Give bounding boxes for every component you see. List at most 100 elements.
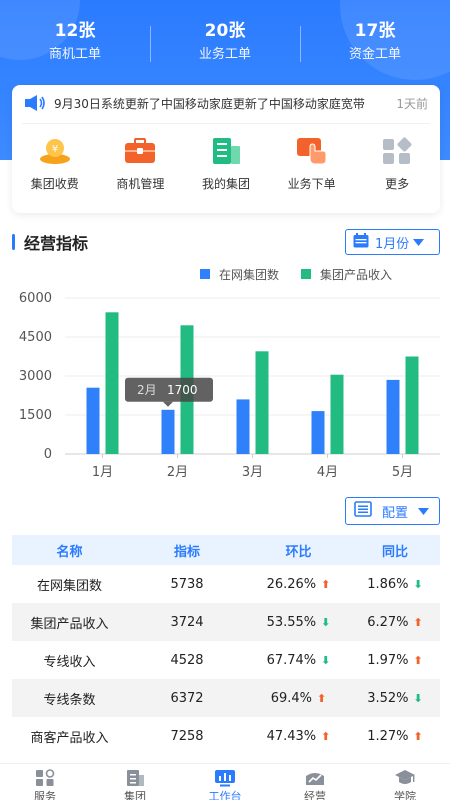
- more-grid-icon: [380, 137, 414, 165]
- quick-more[interactable]: 更多: [354, 137, 440, 197]
- cell-value: 4528: [127, 653, 247, 668]
- briefcase-icon: [123, 137, 157, 165]
- x-tick-label: 5月: [392, 465, 413, 480]
- quick-collect-fee[interactable]: ¥ 集团收费: [12, 137, 98, 197]
- arrow-down-icon: ⬇: [413, 577, 423, 591]
- table-row[interactable]: 在网集团数 5738 26.26% ⬆ 1.86% ⬇: [12, 565, 440, 603]
- cell-text: 专线条数: [43, 692, 96, 708]
- cell-text: 3.52%: [367, 690, 409, 706]
- list-config-icon: [354, 501, 372, 521]
- quick-label: 集团收费: [30, 177, 79, 191]
- service-icon: [34, 769, 56, 787]
- cell-text: 专线收入: [43, 654, 96, 670]
- quick-opportunity-mgmt[interactable]: 商机管理: [98, 137, 184, 197]
- header-yoy[interactable]: 同比: [350, 541, 440, 560]
- tooltip-value: 1700: [167, 383, 198, 397]
- tab-label: 经营: [304, 790, 326, 800]
- header-name[interactable]: 名称: [12, 541, 127, 560]
- config-label: 配置: [382, 505, 409, 521]
- tab-business[interactable]: 经营: [270, 764, 360, 800]
- cell-mom: 53.55% ⬇: [247, 615, 350, 630]
- tab-label: 服务: [34, 790, 56, 800]
- cell-text: 1.97%: [367, 652, 409, 668]
- x-tick-label: 3月: [242, 465, 263, 480]
- cell-value: 7258: [127, 729, 247, 744]
- collect-fee-icon: ¥: [38, 137, 72, 165]
- bar-groups: [86, 387, 100, 454]
- header-value[interactable]: 指标: [127, 541, 247, 560]
- arrow-down-icon: ⬇: [413, 691, 423, 705]
- month-selector[interactable]: 1月份: [345, 229, 440, 255]
- arrow-up-icon: ⬆: [413, 615, 423, 629]
- cell-yoy: 1.97% ⬆: [350, 653, 440, 668]
- arrow-down-icon: ⬇: [321, 653, 331, 667]
- table-row[interactable]: 商客产品收入 7258 47.43% ⬆ 1.27% ⬆: [12, 717, 440, 755]
- divider: [22, 123, 430, 124]
- quick-card: 9月30日系统更新了中国移动家庭更新了中国移动家庭宽带 1天前 ¥ 集团收费 商…: [12, 85, 440, 213]
- bar-chart[interactable]: 0 1500 3000 4500 6000 1月 2月 3月 4月 5月 2月 1700: [0, 283, 450, 483]
- chart-legend: 在网集团数 集团产品收入: [200, 265, 392, 283]
- bar-revenue: [330, 374, 344, 454]
- cell-text: 6.27%: [367, 614, 409, 630]
- quick-actions: ¥ 集团收费 商机管理 我的集团 业务下单 更多: [12, 137, 440, 197]
- cell-mom: 69.4% ⬆: [247, 691, 350, 706]
- stat-business-orders[interactable]: 20张 业务工单: [150, 18, 300, 70]
- group-icon: [124, 769, 146, 787]
- cell-mom: 47.43% ⬆: [247, 729, 350, 744]
- table-row[interactable]: 专线条数 6372 69.4% ⬆ 3.52% ⬇: [12, 679, 440, 717]
- tab-academy[interactable]: 学院: [360, 764, 450, 800]
- speaker-icon: [24, 94, 46, 112]
- building-icon: [209, 137, 243, 165]
- cell-text: 4528: [170, 652, 204, 668]
- legend-item[interactable]: 在网集团数: [200, 266, 279, 283]
- cell-mom: 26.26% ⬆: [247, 577, 350, 592]
- config-button[interactable]: 配置: [345, 497, 440, 525]
- tab-label: 学院: [394, 790, 416, 800]
- legend-swatch: [301, 269, 312, 279]
- tab-group[interactable]: 集团: [90, 764, 180, 800]
- cell-text: 5738: [170, 576, 204, 592]
- cell-name: 在网集团数: [12, 575, 127, 594]
- stat-label: 业务工单: [198, 47, 251, 62]
- stat-label: 资金工单: [348, 47, 401, 62]
- header-mom[interactable]: 环比: [247, 541, 350, 560]
- cell-value: 3724: [127, 615, 247, 630]
- quick-place-order[interactable]: 业务下单: [269, 137, 355, 197]
- cell-yoy: 6.27% ⬆: [350, 615, 440, 630]
- stat-fund-orders[interactable]: 17张 资金工单: [300, 18, 450, 70]
- cell-text: 69.4%: [270, 690, 313, 706]
- calendar-icon: [353, 232, 369, 252]
- bottom-tab-bar: 服务 集团 工作台 经营 学院: [0, 763, 450, 800]
- arrow-up-icon: ⬆: [413, 653, 423, 667]
- notice-bar[interactable]: 9月30日系统更新了中国移动家庭更新了中国移动家庭宽带 1天前: [24, 94, 428, 112]
- bar-groups: [386, 379, 400, 454]
- tab-workbench[interactable]: 工作台: [180, 764, 270, 800]
- cell-text: 1.86%: [367, 576, 409, 592]
- stat-opportunity-orders[interactable]: 12张 商机工单: [0, 18, 150, 70]
- metrics-table: 名称 指标 环比 同比 在网集团数 5738 26.26% ⬆ 1.86% ⬇ 集团产品收入…: [12, 535, 440, 755]
- table-row[interactable]: 集团产品收入 3724 53.55% ⬇ 6.27% ⬆: [12, 603, 440, 641]
- cell-text: 集团产品收入: [30, 616, 109, 632]
- chevron-down-icon: [413, 235, 425, 250]
- arrow-up-icon: ⬆: [321, 729, 331, 743]
- quick-my-group[interactable]: 我的集团: [183, 137, 269, 197]
- cell-mom: 67.74% ⬇: [247, 653, 350, 668]
- tab-service[interactable]: 服务: [0, 764, 90, 800]
- title-accent-bar: [12, 234, 15, 250]
- stats-row: 12张 商机工单 20张 业务工单 17张 资金工单: [0, 18, 450, 70]
- arrow-up-icon: ⬆: [413, 729, 423, 743]
- cell-yoy: 1.27% ⬆: [350, 729, 440, 744]
- table-row[interactable]: 专线收入 4528 67.74% ⬇ 1.97% ⬆: [12, 641, 440, 679]
- cell-name: 商客产品收入: [12, 727, 127, 746]
- arrow-down-icon: ⬇: [321, 615, 331, 629]
- section-title-text: 经营指标: [24, 234, 89, 253]
- x-tick-label: 4月: [317, 465, 338, 480]
- quick-label: 更多: [385, 177, 410, 191]
- workbench-icon: [214, 769, 236, 787]
- cell-text: 67.74%: [266, 652, 317, 668]
- cell-yoy: 3.52% ⬇: [350, 691, 440, 706]
- bar-groups: [236, 399, 250, 454]
- cell-value: 6372: [127, 691, 247, 706]
- arrow-up-icon: ⬆: [317, 691, 327, 705]
- legend-item[interactable]: 集团产品收入: [301, 266, 392, 283]
